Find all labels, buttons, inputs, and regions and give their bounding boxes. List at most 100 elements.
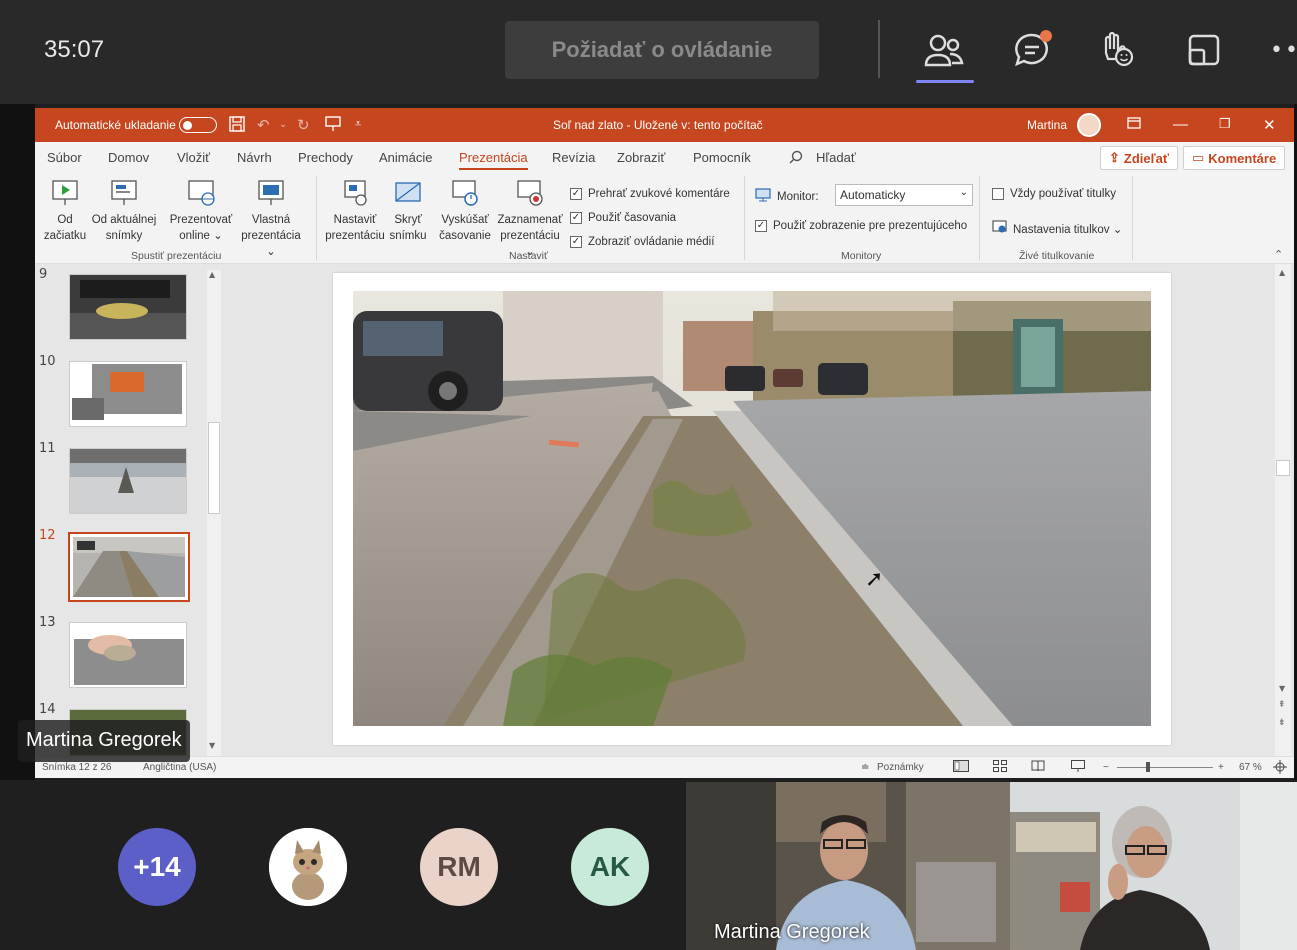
user-avatar[interactable] <box>1077 113 1101 137</box>
slide-thumbnail[interactable] <box>69 448 187 514</box>
autosave-toggle[interactable] <box>179 117 217 133</box>
zoom-slider[interactable] <box>1117 767 1213 768</box>
setup-show-icon <box>340 178 370 208</box>
raise-hand-icon[interactable] <box>1092 26 1140 74</box>
slide-thumbnail[interactable] <box>69 361 187 427</box>
request-control-button[interactable]: Požiadať o ovládanie <box>505 21 819 79</box>
subtitle-settings-icon <box>992 220 1007 237</box>
tab-design[interactable]: Návrh <box>237 150 272 165</box>
collapse-ribbon-icon[interactable]: ⌃ <box>1274 248 1283 261</box>
presenter-view-checkbox[interactable]: ✓ Použiť zobrazenie pre prezentujúceho <box>755 220 967 232</box>
monitor-select[interactable]: Automaticky ⌄ <box>835 184 973 206</box>
tab-view[interactable]: Zobraziť <box>617 150 665 165</box>
close-icon[interactable]: ✕ <box>1263 116 1276 134</box>
group-setup-label: Nastaviť <box>509 250 548 262</box>
more-options-icon[interactable]: •• <box>1270 38 1297 63</box>
ribbon-separator <box>1132 176 1133 260</box>
zoom-level[interactable]: 67 % <box>1239 762 1262 773</box>
participant-video-man[interactable]: Martina Gregorek <box>686 782 1010 950</box>
view-layout-icon[interactable] <box>1180 26 1228 74</box>
record-show-button[interactable]: Zaznamenať prezentáciu ⌄ <box>495 178 565 260</box>
normal-view-icon[interactable] <box>953 760 969 775</box>
slide-number: 12 <box>39 528 56 543</box>
tab-transitions[interactable]: Prechody <box>298 150 353 165</box>
redo-icon[interactable]: ↻ <box>297 116 310 134</box>
previous-slide-icon[interactable]: ⇞ <box>1278 700 1286 710</box>
participant-avatar-ak[interactable]: AK <box>571 828 649 906</box>
setup-show-button[interactable]: Nastaviť prezentáciu <box>323 178 387 244</box>
comments-button[interactable]: ▭ Komentáre <box>1183 146 1286 170</box>
next-slide-icon[interactable]: ⇟ <box>1278 718 1286 728</box>
group-start-label: Spustiť prezentáciu <box>131 250 222 262</box>
always-subtitles-checkbox[interactable]: Vždy používať titulky <box>992 188 1116 200</box>
present-online-button[interactable]: Prezentovať online ⌄ <box>165 178 237 244</box>
undo-dropdown-icon[interactable]: ⌄ <box>279 119 287 130</box>
tab-slideshow[interactable]: Prezentácia <box>459 150 528 170</box>
slide-scrollbar[interactable]: ▲ ▼ ⇞ ⇟ <box>1275 264 1291 756</box>
ribbon-separator <box>744 176 745 260</box>
slide-canvas[interactable]: ➚ <box>333 273 1171 745</box>
tab-insert[interactable]: Vložiť <box>177 150 210 165</box>
rehearse-timings-icon <box>450 178 480 208</box>
save-icon[interactable] <box>229 116 245 136</box>
show-media-controls-checkbox[interactable]: ✓ Zobraziť ovládanie médií <box>570 236 714 248</box>
rehearse-line2: časovanie <box>439 230 491 242</box>
checkbox-checked-icon: ✓ <box>570 188 582 200</box>
rehearse-timings-button[interactable]: Vyskúšať časovanie <box>437 178 493 244</box>
share-button[interactable]: ⇪ Zdieľať <box>1100 146 1179 170</box>
participant-avatar-rm[interactable]: RM <box>420 828 498 906</box>
setup-show-line1: Nastaviť <box>333 214 377 226</box>
tab-review[interactable]: Revízia <box>552 150 595 165</box>
participant-avatar-kitten[interactable] <box>269 828 347 906</box>
slideshow-view-icon[interactable] <box>1071 760 1085 775</box>
notes-icon[interactable]: ≐ <box>861 762 869 773</box>
record-show-icon <box>515 178 545 208</box>
slide-photo <box>353 291 1151 726</box>
search-label[interactable]: Hľadať <box>816 150 856 165</box>
minimize-icon[interactable]: — <box>1173 116 1188 133</box>
customize-qat-icon[interactable]: ⩡ <box>355 118 361 131</box>
scrollbar-thumb[interactable] <box>208 422 220 514</box>
scroll-down-icon[interactable]: ▼ <box>1279 684 1285 693</box>
restore-icon[interactable]: ❐ <box>1219 116 1231 132</box>
thumbnail-scrollbar[interactable]: ▲ ▼ <box>207 270 221 756</box>
fit-to-window-icon[interactable] <box>1273 760 1287 777</box>
custom-show-icon <box>256 178 286 208</box>
play-narrations-checkbox[interactable]: ✓ Prehrať zvukové komentáre <box>570 188 730 200</box>
subtitle-settings-button[interactable]: Nastavenia titulkov ⌄ <box>992 220 1122 237</box>
start-from-beginning-icon[interactable] <box>325 116 341 136</box>
scroll-up-icon[interactable]: ▲ <box>1279 268 1285 277</box>
slide-thumbnail[interactable] <box>69 274 187 340</box>
from-current-button[interactable]: Od aktuálnej snímky <box>89 178 159 244</box>
scrollbar-thumb[interactable] <box>1276 460 1290 476</box>
reading-view-icon[interactable] <box>1031 760 1045 775</box>
notes-button[interactable]: Poznámky <box>877 762 924 773</box>
people-active-indicator <box>916 80 974 83</box>
slide-thumbnail[interactable] <box>69 622 187 688</box>
language-indicator[interactable]: Angličtina (USA) <box>143 762 216 773</box>
tab-file[interactable]: Súbor <box>47 150 82 165</box>
tab-home[interactable]: Domov <box>108 150 149 165</box>
zoom-in-icon[interactable]: + <box>1218 762 1224 773</box>
slide-thumbnail-selected[interactable] <box>68 532 190 602</box>
custom-show-button[interactable]: Vlastná prezentácia ⌄ <box>235 178 307 260</box>
zoom-out-icon[interactable]: − <box>1103 762 1109 773</box>
more-participants-button[interactable]: +14 <box>118 828 196 906</box>
tab-help[interactable]: Pomocník <box>693 150 751 165</box>
zoom-slider-thumb[interactable] <box>1146 762 1150 772</box>
participant-video-woman[interactable] <box>1010 782 1297 950</box>
scroll-up-icon[interactable]: ▲ <box>209 270 215 279</box>
user-name[interactable]: Martina <box>1027 118 1067 132</box>
tab-animations[interactable]: Animácie <box>379 150 432 165</box>
search-icon[interactable] <box>789 150 803 167</box>
slide-sorter-icon[interactable] <box>993 760 1007 775</box>
people-icon[interactable] <box>920 26 968 74</box>
hide-slide-button[interactable]: Skryť snímku <box>385 178 431 244</box>
from-start-button[interactable]: Od začiatku <box>41 178 89 244</box>
ribbon-display-icon[interactable] <box>1127 116 1141 133</box>
use-timings-checkbox[interactable]: ✓ Použiť časovania <box>570 212 676 224</box>
undo-icon[interactable]: ↶ <box>257 116 270 134</box>
slide-number: 13 <box>39 615 56 630</box>
use-timings-label: Použiť časovania <box>588 212 677 224</box>
scroll-down-icon[interactable]: ▼ <box>209 741 215 750</box>
